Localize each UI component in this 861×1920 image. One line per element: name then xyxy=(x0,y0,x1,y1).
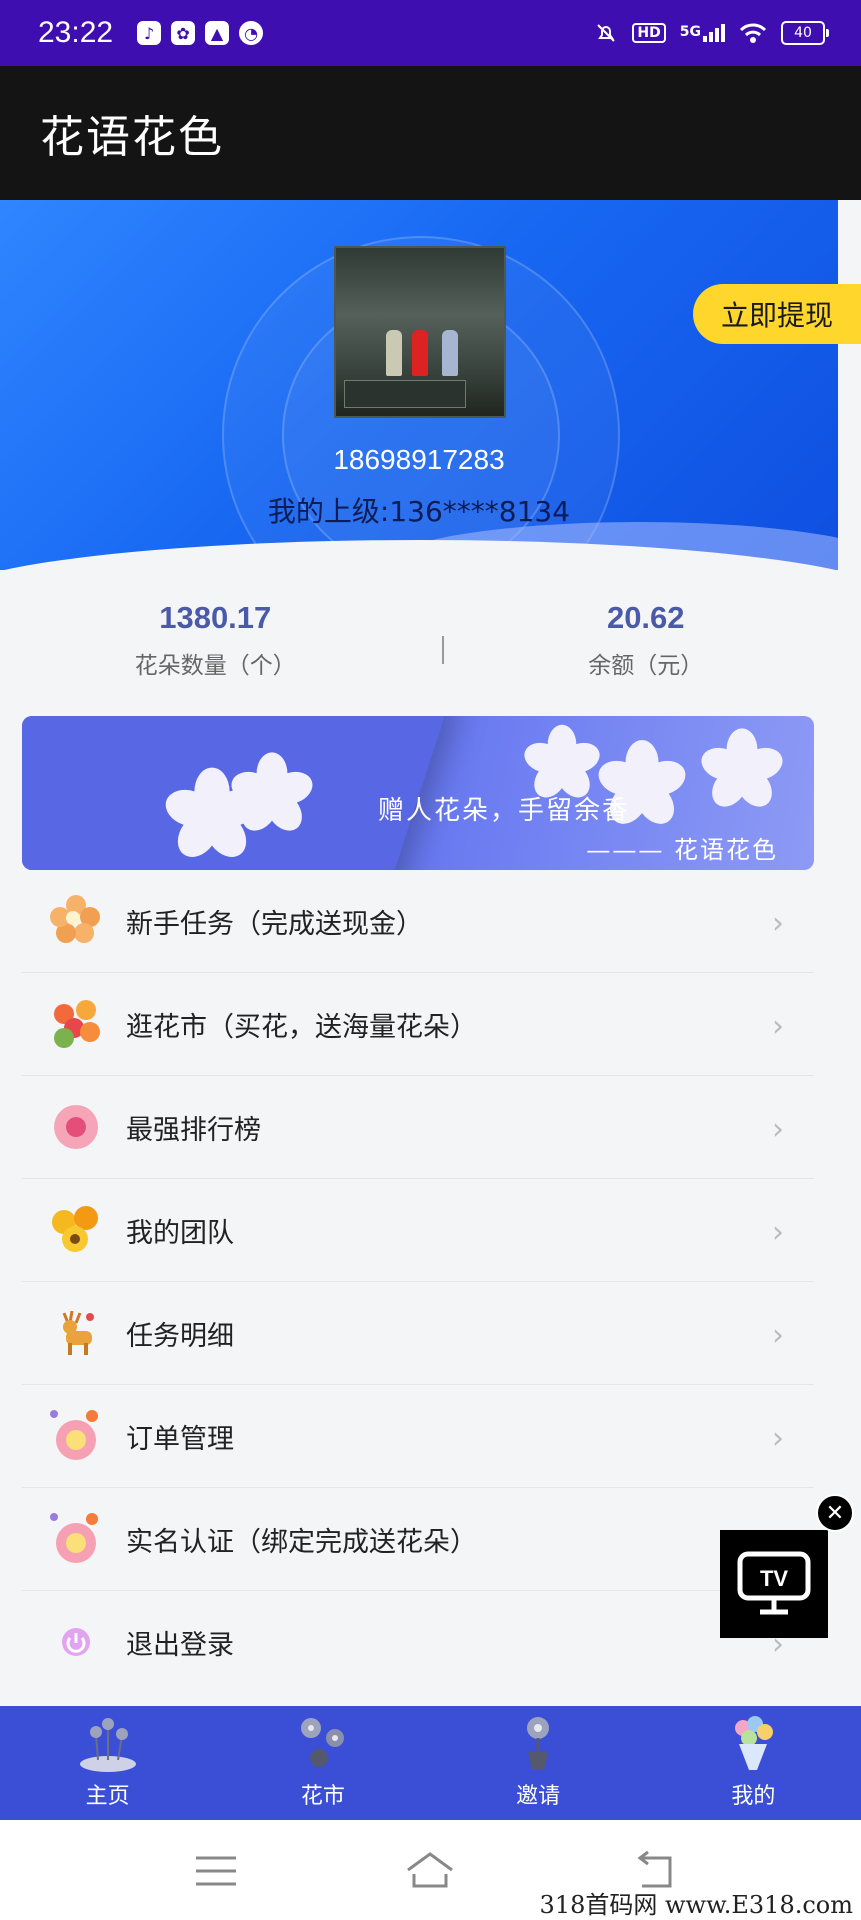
avatar[interactable] xyxy=(334,246,506,418)
avatar-figure xyxy=(412,330,428,376)
battery-icon: 40 xyxy=(781,21,829,45)
chevron-right-icon: › xyxy=(772,906,784,941)
withdraw-button[interactable]: 立即提现 xyxy=(693,284,861,344)
balance-value: 20.62 xyxy=(606,600,685,635)
tab-label: 花市 xyxy=(300,1784,345,1809)
tab-mine[interactable]: 我的 xyxy=(646,1706,861,1820)
home-icon[interactable] xyxy=(400,1846,460,1896)
avatar-figure xyxy=(386,330,402,376)
chevron-right-icon: › xyxy=(772,1421,784,1456)
menu-item-order-management[interactable]: 订单管理 › xyxy=(22,1385,814,1488)
chevron-right-icon: › xyxy=(772,1318,784,1353)
flower-count-stat[interactable]: 1380.17 花朵数量（个） xyxy=(0,600,431,696)
compass-app-icon: ◔ xyxy=(239,21,264,45)
stats-divider xyxy=(442,636,444,664)
avatar-figure xyxy=(442,330,458,376)
tab-label: 邀请 xyxy=(516,1784,561,1809)
tab-home[interactable]: 主页 xyxy=(0,1706,215,1820)
bottom-tab-bar: 主页 花市 邀请 我的 xyxy=(0,1706,861,1820)
status-system-icons: HD 5G 40 xyxy=(594,21,829,45)
menu-item-flower-market[interactable]: 逛花市（买花，送海量花朵） › xyxy=(22,973,814,1076)
flower-market-icon xyxy=(291,1714,355,1774)
smiling-flower-icon xyxy=(50,1410,102,1462)
bouquet-icon xyxy=(721,1714,785,1774)
status-bar: 23:22 ♪ ✿ ▲ ◔ HD 5G 40 xyxy=(0,0,861,66)
flower-bouquet-icon xyxy=(50,998,102,1050)
menu-item-label: 任务明细 xyxy=(126,1320,234,1352)
flower-icon xyxy=(697,728,787,814)
chevron-right-icon: › xyxy=(772,1215,784,1250)
menu-item-label: 最强排行榜 xyxy=(126,1114,261,1146)
menu-item-label: 我的团队 xyxy=(126,1217,234,1249)
menu-item-my-team[interactable]: 我的团队 › xyxy=(22,1179,814,1282)
superior-account: 我的上级:136****8134 xyxy=(267,495,571,528)
banner-signature: ——— 花语花色 xyxy=(586,836,778,864)
status-notification-icons: ♪ ✿ ▲ ◔ xyxy=(137,21,264,45)
potted-flower-icon xyxy=(506,1714,570,1774)
tv-label: TV xyxy=(760,1566,788,1591)
user-phone: 18698917283 xyxy=(333,444,505,475)
menu-item-label: 逛花市（买花，送海量花朵） xyxy=(126,1011,477,1043)
balance-label: 余额（元） xyxy=(588,653,704,679)
tab-label: 主页 xyxy=(85,1784,130,1809)
pink-flower-icon xyxy=(50,1101,102,1153)
tv-icon: TV xyxy=(737,1551,811,1615)
mute-bell-icon xyxy=(597,24,616,42)
menu-item-newbie-tasks[interactable]: 新手任务（完成送现金） › xyxy=(22,870,814,973)
menu-item-label: 退出登录 xyxy=(126,1629,234,1661)
promo-banner[interactable]: 赠人花朵，手留余香 ——— 花语花色 xyxy=(22,716,814,870)
floating-tv-button[interactable]: TV xyxy=(720,1530,828,1638)
hd-icon: HD xyxy=(632,23,666,43)
deer-icon xyxy=(50,1307,102,1359)
menu-icon[interactable] xyxy=(186,1846,246,1896)
signal-icon: 5G xyxy=(680,24,725,42)
banner-slogan: 赠人花朵，手留余香 xyxy=(378,796,631,826)
tab-invite[interactable]: 邀请 xyxy=(431,1706,646,1820)
menu-item-leaderboard[interactable]: 最强排行榜 › xyxy=(22,1076,814,1179)
chevron-right-icon: › xyxy=(772,1009,784,1044)
app-title: 花语花色 xyxy=(40,112,224,163)
menu-list: 新手任务（完成送现金） › 逛花市（买花，送海量花朵） › 最强排行榜 › 我的… xyxy=(22,870,814,1693)
profile-header: 18698917283 我的上级:136****8134 xyxy=(0,200,838,570)
orange-flower-icon xyxy=(50,895,102,947)
home-flowers-icon xyxy=(76,1714,140,1774)
avatar-panel xyxy=(344,380,466,408)
tab-label: 我的 xyxy=(731,1784,776,1809)
menu-item-real-name-verification[interactable]: 实名认证（绑定完成送花朵） › xyxy=(22,1488,814,1591)
menu-item-task-details[interactable]: 任务明细 › xyxy=(22,1282,814,1385)
balance-stat[interactable]: 20.62 余额（元） xyxy=(431,600,861,696)
status-time: 23:22 xyxy=(38,16,114,49)
system-nav-bar: 318首码网 www.E318.com xyxy=(0,1820,861,1920)
stats-row: 1380.17 花朵数量（个） 20.62 余额（元） xyxy=(0,600,861,696)
power-icon xyxy=(50,1616,102,1668)
menu-item-logout[interactable]: 退出登录 › xyxy=(22,1591,814,1693)
smiling-flower-icon xyxy=(50,1513,102,1565)
flower-count-label: 花朵数量（个） xyxy=(134,653,296,679)
flower-icon xyxy=(227,752,317,838)
tab-flower-market[interactable]: 花市 xyxy=(215,1706,430,1820)
watermark: 318首码网 www.E318.com xyxy=(539,1891,853,1919)
flower-icon xyxy=(520,724,604,804)
menu-item-label: 订单管理 xyxy=(126,1423,234,1455)
gallery-app-icon: ▲ xyxy=(205,21,230,45)
network-type: 5G xyxy=(679,24,701,40)
chevron-right-icon: › xyxy=(772,1112,784,1147)
yellow-flowers-icon xyxy=(50,1204,102,1256)
menu-item-label: 实名认证（绑定完成送花朵） xyxy=(126,1526,477,1558)
app-bar: 花语花色 xyxy=(0,66,861,200)
flower-count-value: 1380.17 xyxy=(159,600,272,635)
game-app-icon: ✿ xyxy=(171,21,196,45)
wifi-icon xyxy=(739,23,767,43)
close-icon[interactable]: ✕ xyxy=(816,1494,854,1532)
music-app-icon: ♪ xyxy=(137,21,162,45)
menu-item-label: 新手任务（完成送现金） xyxy=(126,908,423,940)
